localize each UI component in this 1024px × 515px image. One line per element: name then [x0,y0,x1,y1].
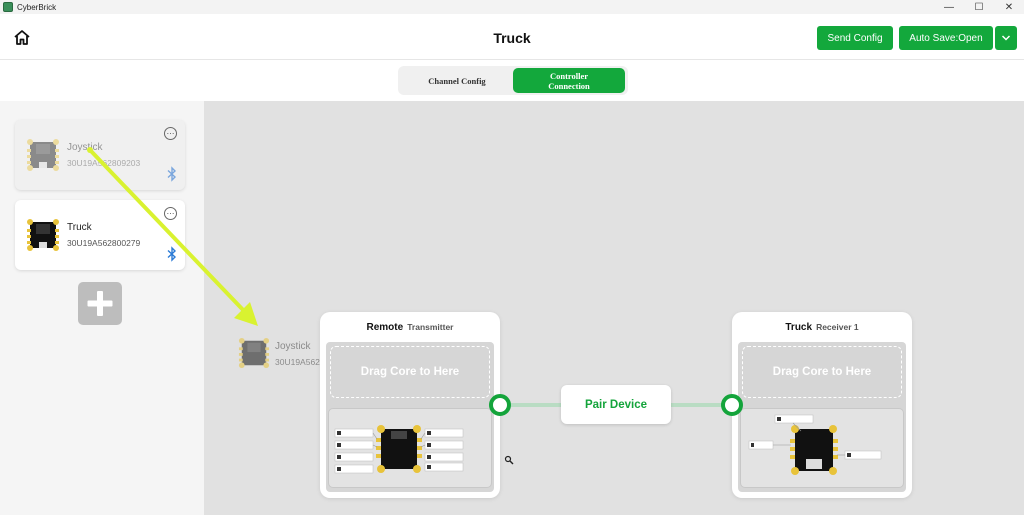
auto-save-dropdown-button[interactable] [995,26,1017,50]
receiver-board-diagram [748,414,882,475]
truck-node-name: Truck [785,322,813,333]
remote-node-name: Remote [366,322,404,333]
minimize-button[interactable]: — [934,0,964,14]
connection-wire-left [511,403,563,407]
more-icon[interactable]: ⋯ [164,207,177,220]
bluetooth-icon [167,246,177,262]
chevron-down-icon [1001,35,1011,41]
pair-device-button[interactable]: Pair Device [561,385,671,424]
auto-save-button[interactable]: Auto Save:Open [899,26,993,50]
send-config-button[interactable]: Send Config [817,26,893,50]
home-icon [14,30,30,45]
app-logo-icon [3,2,13,12]
truck-node-role: Receiver 1 [816,322,859,332]
device-sidebar: Joystick 30U19A562809203 ⋯ Truck 30U19A5… [0,101,204,515]
remote-board-diagram [334,425,464,474]
truck-node: Truck Receiver 1 Drag Core to Here [732,312,912,498]
window-controls: — ☐ ✕ [934,0,1024,14]
remote-node-title: Remote Transmitter [320,322,500,333]
remote-controller-preview [328,408,492,488]
remote-node-role: Transmitter [407,322,454,332]
window-title: CyberBrick [17,2,57,12]
core-board-icon [238,337,270,369]
dragging-device-name: Joystick [275,341,311,352]
add-device-button[interactable] [78,282,122,325]
remote-drop-zone[interactable]: Drag Core to Here [330,346,490,398]
device-name: Truck [67,222,92,233]
window-titlebar: CyberBrick — ☐ ✕ [0,0,1024,14]
tab-channel-config[interactable]: Channel Config [402,68,512,93]
home-button[interactable] [12,28,32,48]
device-serial: 30U19A562800279 [67,238,141,248]
tab-controller-connection-label: Controller Connection [548,70,590,91]
tab-controller-connection[interactable]: Controller Connection [513,68,625,93]
device-serial: 30U19A562809203 [67,158,141,168]
connection-wire-right [670,403,723,407]
device-card-truck[interactable]: Truck 30U19A562800279 ⋯ [15,200,185,270]
more-icon[interactable]: ⋯ [164,127,177,140]
connection-canvas: Joystick 30U19A562809203 Remote Transmitt… [204,101,1024,515]
receiver-preview [740,408,904,488]
maximize-button[interactable]: ☐ [964,0,994,14]
remote-connection-port[interactable] [489,394,511,416]
bluetooth-icon [167,166,177,182]
drag-cursor-icon [504,455,514,465]
plus-icon [87,291,113,316]
truck-node-title: Truck Receiver 1 [732,322,912,333]
device-card-joystick[interactable]: Joystick 30U19A562809203 ⋯ [15,120,185,190]
close-button[interactable]: ✕ [994,0,1024,14]
core-board-icon [27,219,59,251]
truck-node-body: Drag Core to Here [738,342,906,492]
view-tabs: Channel Config Controller Connection [398,66,628,95]
remote-node: Remote Transmitter Drag Core to Here [320,312,500,498]
core-board-icon [27,139,59,171]
truck-connection-port[interactable] [721,394,743,416]
truck-drop-zone[interactable]: Drag Core to Here [742,346,902,398]
page-header: Truck Send Config Auto Save:Open [0,14,1024,60]
remote-node-body: Drag Core to Here [326,342,494,492]
device-name: Joystick [67,142,103,153]
